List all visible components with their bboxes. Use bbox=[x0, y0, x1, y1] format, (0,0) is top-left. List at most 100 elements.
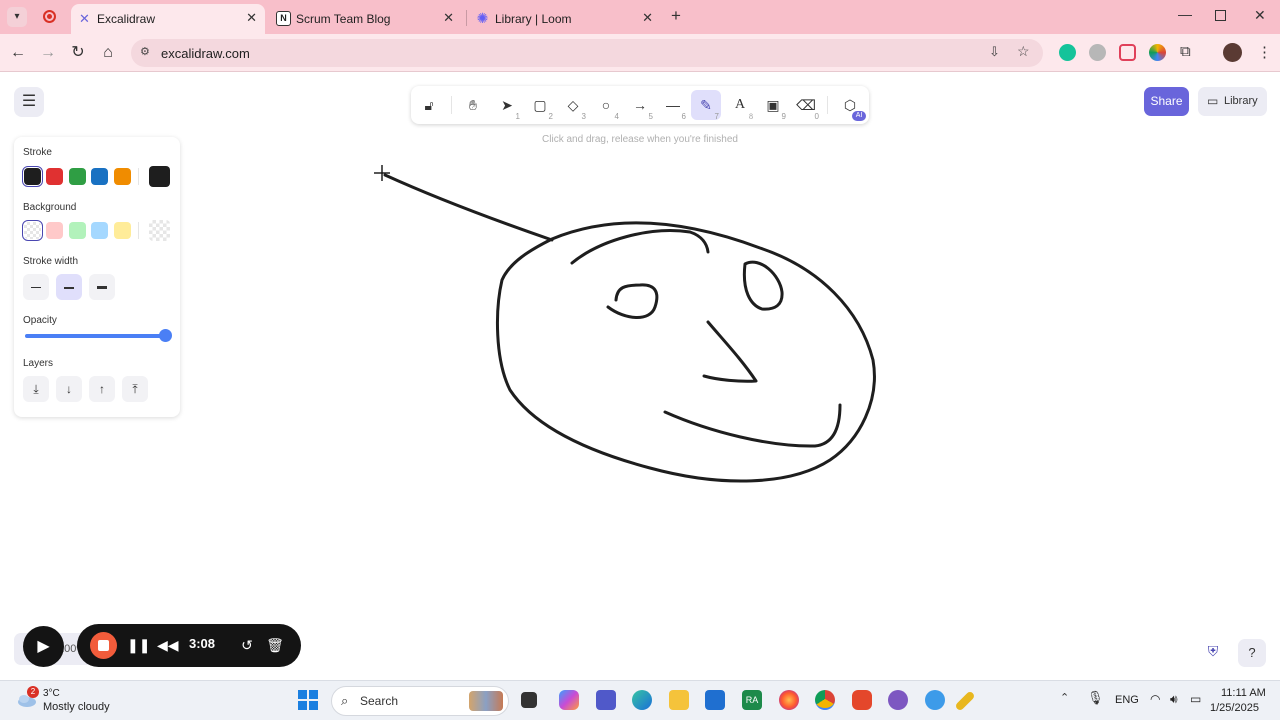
omnibox[interactable]: ⚙ excalidraw.com ⇩ ☆ bbox=[131, 39, 1043, 67]
wifi-icon[interactable]: ◠ bbox=[1150, 692, 1160, 706]
stroke-color-orange[interactable] bbox=[114, 168, 131, 185]
background-current-color[interactable] bbox=[149, 220, 170, 241]
send-backward-icon[interactable]: ↓ bbox=[56, 376, 82, 402]
home-icon[interactable]: ⌂ bbox=[98, 43, 118, 63]
weather-description[interactable]: Mostly cloudy bbox=[43, 701, 110, 713]
diamond-tool-icon[interactable]: ◇ 3 bbox=[558, 90, 588, 121]
loom-rewind-icon[interactable]: ◀◀ bbox=[157, 634, 179, 656]
input-language[interactable]: ENG bbox=[1115, 694, 1139, 706]
copilot-icon[interactable] bbox=[559, 690, 579, 710]
volume-icon[interactable]: 🔊︎ bbox=[1170, 692, 1178, 707]
lock-tool-icon[interactable]: 🔓︎ bbox=[414, 90, 444, 120]
opacity-label: Opacity bbox=[23, 315, 57, 326]
tab-excalidraw[interactable]: ✕ Excalidraw ✕ bbox=[71, 4, 265, 34]
shield-check-icon[interactable]: ⛨ bbox=[1203, 643, 1223, 663]
window-minimize-icon[interactable]: — bbox=[1178, 6, 1192, 22]
browser-menu-icon[interactable]: ⋮ bbox=[1257, 43, 1272, 61]
drawing-layer[interactable] bbox=[0, 73, 1280, 680]
stroke-color-red[interactable] bbox=[46, 168, 63, 185]
background-color-light-blue[interactable] bbox=[91, 222, 108, 239]
loom-restart-icon[interactable]: ↺ bbox=[237, 634, 257, 656]
globe-extension-icon[interactable] bbox=[1089, 44, 1106, 61]
back-arrow-icon[interactable]: ← bbox=[8, 43, 28, 63]
viber-icon[interactable] bbox=[888, 690, 908, 710]
draw-pencil-tool-icon[interactable]: ✎ 7 bbox=[691, 90, 721, 121]
pocket-extension-icon[interactable] bbox=[1119, 44, 1136, 61]
stroke-current-color[interactable] bbox=[149, 166, 170, 187]
stroke-color-green[interactable] bbox=[69, 168, 86, 185]
install-app-icon[interactable]: ⇩ bbox=[989, 44, 1000, 60]
background-color-pink[interactable] bbox=[46, 222, 63, 239]
site-info-icon[interactable]: ⚙ bbox=[140, 45, 150, 58]
stroke-color-black[interactable] bbox=[22, 166, 43, 187]
forward-arrow-icon[interactable]: → bbox=[38, 43, 58, 63]
pencil-app-icon[interactable] bbox=[954, 690, 976, 712]
battery-icon[interactable]: ▭ bbox=[1190, 692, 1201, 706]
bring-forward-icon[interactable]: ↑ bbox=[89, 376, 115, 402]
bookmark-star-icon[interactable]: ☆ bbox=[1017, 43, 1030, 60]
rectangle-tool-icon[interactable]: ▢ 2 bbox=[525, 90, 555, 121]
stroke-width-extra-bold-button[interactable] bbox=[89, 274, 115, 300]
image-tool-icon[interactable]: ▣ 9 bbox=[758, 90, 788, 121]
colorful-extension-icon[interactable] bbox=[1149, 44, 1166, 61]
tab-search-dropdown-button[interactable]: ▾ bbox=[7, 7, 27, 27]
bring-to-front-icon[interactable]: ⤒ bbox=[122, 376, 148, 402]
loom-delete-trash-icon[interactable]: 🗑︎ bbox=[265, 634, 285, 656]
close-icon[interactable]: ✕ bbox=[443, 10, 454, 26]
loom-stop-button[interactable] bbox=[90, 632, 117, 659]
arrow-tool-icon[interactable]: → 5 bbox=[625, 90, 655, 121]
profile-avatar[interactable] bbox=[1223, 43, 1242, 62]
window-close-icon[interactable]: ✕ bbox=[1254, 7, 1266, 24]
eraser-tool-icon[interactable]: ⌫ 0 bbox=[791, 90, 821, 121]
selection-tool-icon[interactable]: ➤ 1 bbox=[492, 90, 522, 121]
share-button[interactable]: Share bbox=[1144, 87, 1189, 116]
globe-app-icon[interactable] bbox=[925, 690, 945, 710]
ellipse-tool-icon[interactable]: ○ 4 bbox=[591, 90, 621, 121]
edge-browser-icon[interactable] bbox=[632, 690, 652, 710]
clock-date[interactable]: 1/25/2025 bbox=[1210, 702, 1259, 714]
extensions-puzzle-icon[interactable]: ⧉ bbox=[1180, 43, 1191, 60]
chrome-icon[interactable] bbox=[815, 690, 835, 710]
stroke-width-bold-button[interactable] bbox=[56, 274, 82, 300]
url-text[interactable]: excalidraw.com bbox=[161, 46, 250, 61]
excalidraw-canvas[interactable]: ☰ 🔓︎ ✋︎ ➤ 1 ▢ 2 ◇ 3 ○ 4 → 5 —6 ✎ 7 A8 ▣ 9 ⌫ 0 ⬡ … bbox=[0, 73, 1280, 680]
close-icon[interactable]: ✕ bbox=[246, 10, 257, 26]
reload-icon[interactable]: ↻ bbox=[68, 43, 88, 63]
close-icon[interactable]: ✕ bbox=[642, 10, 653, 26]
task-view-icon[interactable] bbox=[521, 692, 537, 708]
tab-loom-library[interactable]: ✺ Library | Loom ✕ bbox=[469, 4, 661, 34]
tab-scrum-team-blog[interactable]: N Scrum Team Blog ✕ bbox=[270, 4, 462, 34]
opacity-slider-track[interactable] bbox=[25, 334, 171, 338]
background-color-light-green[interactable] bbox=[69, 222, 86, 239]
window-restore-icon[interactable] bbox=[1215, 10, 1226, 21]
background-color-transparent[interactable] bbox=[22, 220, 43, 241]
text-tool-icon[interactable]: A8 bbox=[725, 90, 755, 121]
ra-app-icon[interactable]: RA bbox=[742, 690, 762, 710]
teams-icon[interactable] bbox=[596, 690, 616, 710]
taskbar-search-box[interactable]: ⌕ Search bbox=[331, 686, 509, 716]
clock-time[interactable]: 11:11 AM bbox=[1221, 687, 1266, 699]
loom-camera-icon[interactable]: ▶ bbox=[23, 626, 64, 667]
wps-office-icon[interactable] bbox=[852, 690, 872, 710]
shortcut-key: 2 bbox=[548, 112, 553, 121]
grammarly-extension-icon[interactable] bbox=[1059, 44, 1076, 61]
tray-overflow-caret-icon[interactable]: ⌃ bbox=[1060, 691, 1069, 704]
windows-start-icon[interactable] bbox=[298, 690, 318, 710]
stroke-color-blue[interactable] bbox=[91, 168, 108, 185]
weather-temperature[interactable]: 3°C bbox=[43, 688, 60, 699]
new-tab-plus-icon[interactable]: + bbox=[671, 6, 681, 26]
main-menu-hamburger-icon[interactable]: ☰ bbox=[14, 87, 44, 117]
send-to-back-icon[interactable]: ⤓ bbox=[23, 376, 49, 402]
loom-pause-icon[interactable]: ❚❚ bbox=[127, 634, 150, 656]
opacity-slider-thumb[interactable] bbox=[159, 329, 172, 342]
stroke-width-thin-button[interactable] bbox=[23, 274, 49, 300]
file-explorer-icon[interactable] bbox=[669, 690, 689, 710]
firefox-icon[interactable] bbox=[779, 690, 799, 710]
line-tool-icon[interactable]: —6 bbox=[658, 90, 688, 121]
background-color-light-yellow[interactable] bbox=[114, 222, 131, 239]
hand-tool-icon[interactable]: ✋︎ bbox=[458, 90, 488, 120]
microsoft-store-icon[interactable] bbox=[705, 690, 725, 710]
library-button[interactable]: ▭ Library bbox=[1198, 87, 1267, 116]
help-question-icon[interactable]: ? bbox=[1238, 639, 1266, 667]
microphone-icon[interactable]: 🎙︎ bbox=[1087, 690, 1104, 706]
